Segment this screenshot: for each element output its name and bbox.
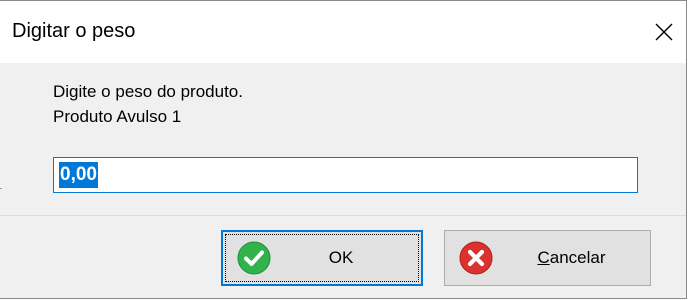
cancel-label-rest: ancelar	[549, 248, 606, 267]
weight-input[interactable]	[53, 157, 638, 193]
edge-mark	[0, 188, 2, 189]
cancel-mnemonic: C	[537, 248, 550, 267]
x-circle-icon	[459, 241, 493, 275]
window-title: Digitar o peso	[12, 20, 136, 42]
ok-button[interactable]: OK	[221, 230, 423, 286]
dialog-body: Digite o peso do produto. Produto Avulso…	[0, 63, 686, 215]
close-button[interactable]	[642, 1, 686, 63]
weight-dialog: Digitar o peso Digite o peso do produto.…	[0, 0, 687, 299]
button-area-separator	[0, 215, 686, 216]
cancel-button[interactable]: Cancelar	[444, 230, 651, 286]
cancel-button-label: Cancelar	[511, 248, 632, 268]
title-bar: Digitar o peso	[0, 1, 686, 63]
close-icon	[655, 23, 673, 41]
prompt-text: Digite o peso do produto.	[53, 82, 243, 101]
check-circle-icon	[237, 241, 271, 275]
ok-button-label: OK	[328, 248, 354, 267]
product-name: Produto Avulso 1	[53, 107, 182, 126]
